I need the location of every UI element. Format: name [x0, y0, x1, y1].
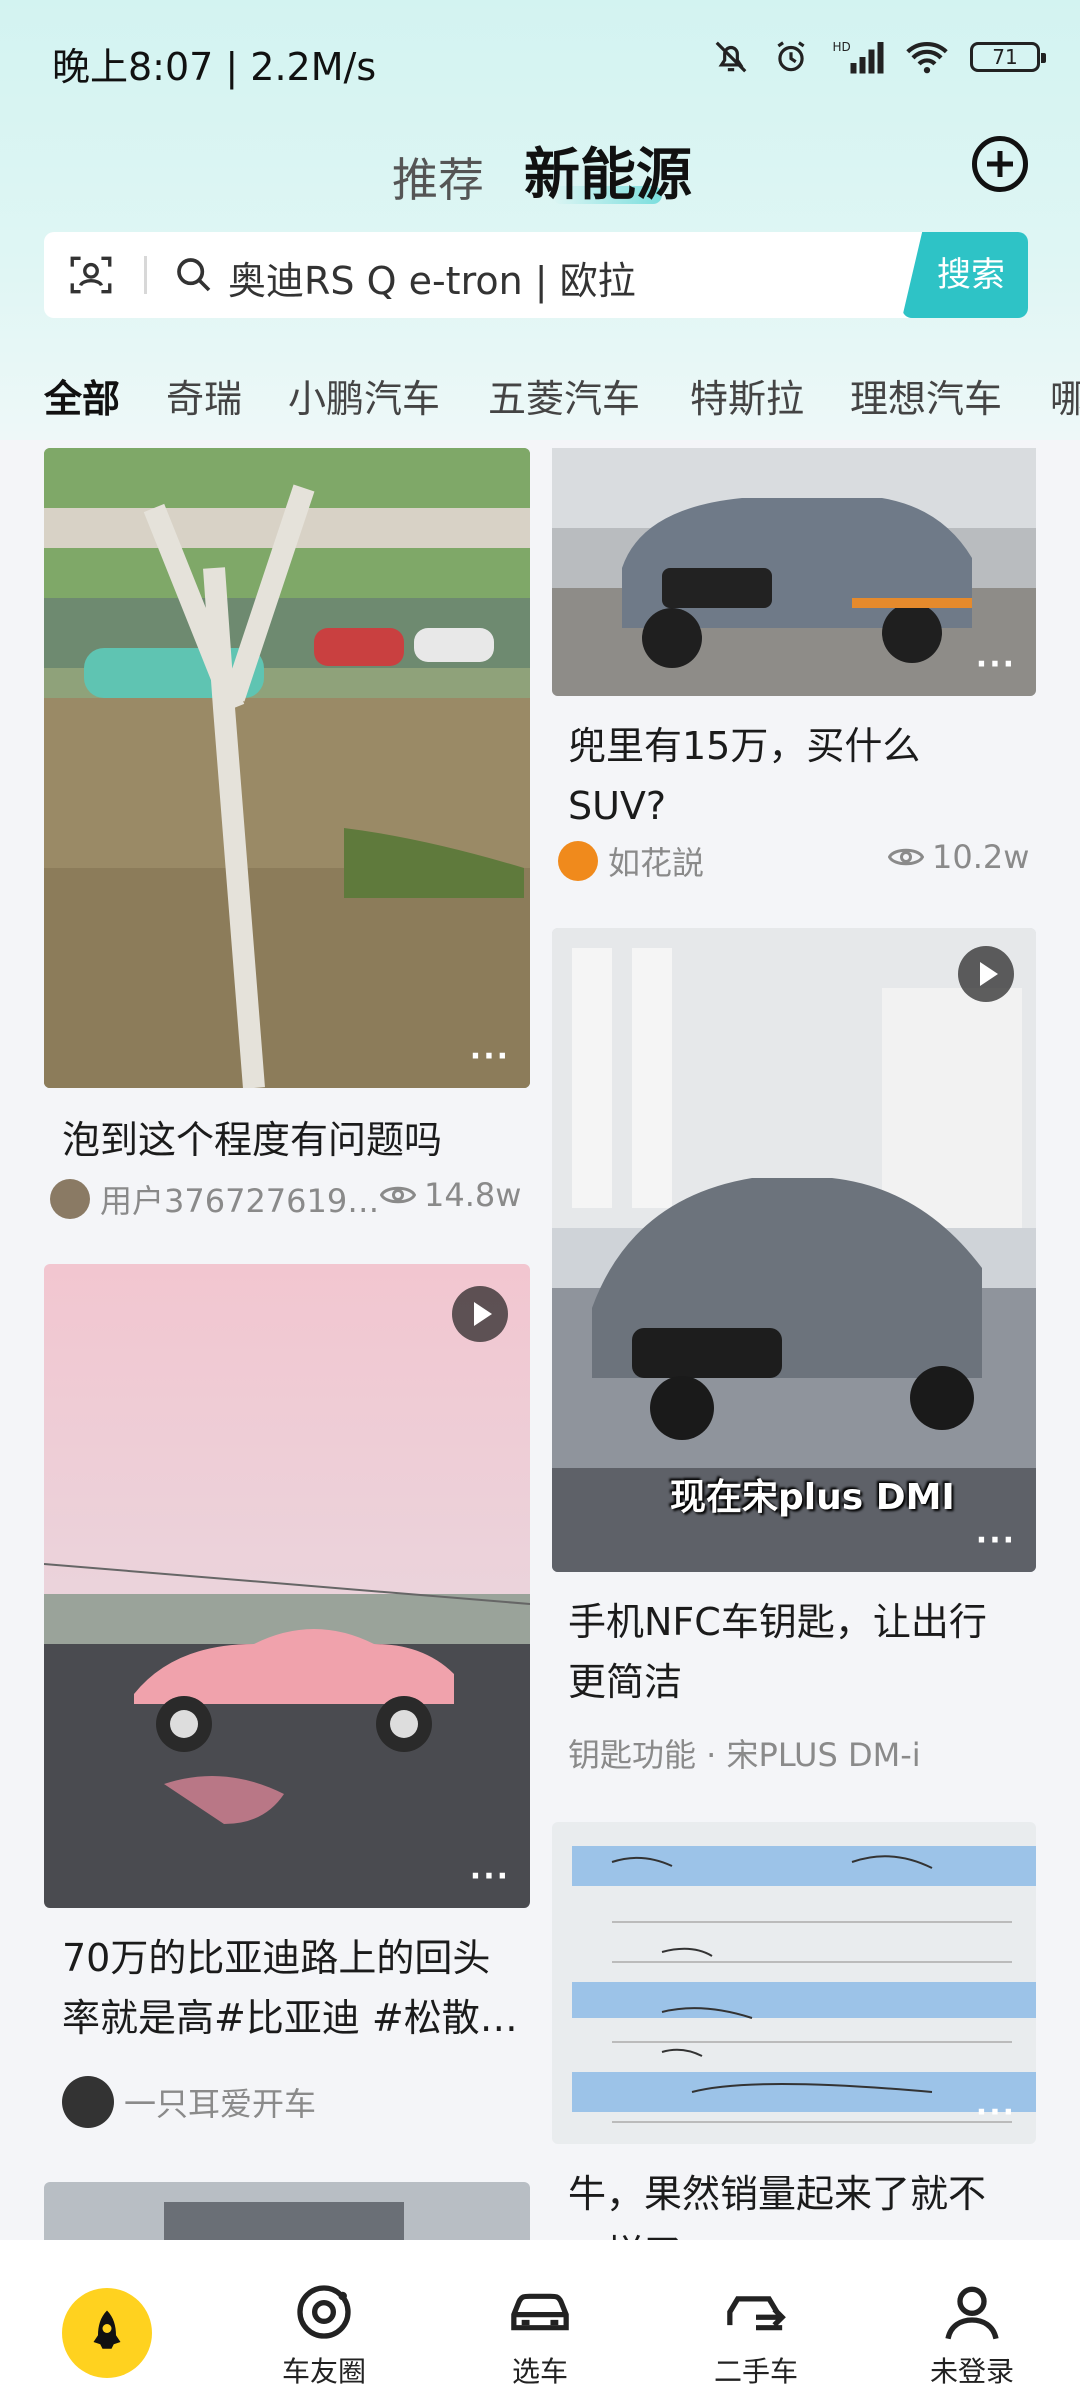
status-bar: 晚上8:07 | 2.2M/s HD 71 [0, 0, 1080, 120]
post-title-line2[interactable]: 更简洁 [568, 1652, 682, 1712]
post-title[interactable]: 兜里有15万，买什么 [568, 716, 920, 776]
post-title-line2[interactable]: 一样了 [568, 2224, 682, 2240]
user-icon [945, 2286, 999, 2340]
tab-new-energy[interactable]: 新能源 [524, 130, 692, 211]
post-title[interactable]: 牛，果然销量起来了就不 [568, 2164, 986, 2224]
car-icon [511, 2293, 569, 2331]
post-image-suv[interactable]: ··· [552, 448, 1036, 696]
more-icon[interactable]: ··· [976, 647, 1016, 682]
nav-used-car[interactable]: 二手车 [676, 2240, 836, 2400]
search-divider [144, 256, 147, 294]
nav-profile[interactable]: 未登录 [892, 2240, 1052, 2400]
search-icon [177, 258, 211, 292]
category-all[interactable]: 全部 [44, 368, 120, 423]
alarm-icon [777, 41, 805, 72]
video-caption: 现在宋plus DMI [670, 1477, 955, 1518]
author-name: 用户376727619… [100, 1182, 380, 1220]
mute-bell-icon [715, 41, 747, 73]
post-image-byd[interactable]: 现在宋plus DMI ··· [552, 928, 1036, 1572]
post-image-document[interactable]: ··· [552, 1822, 1036, 2144]
category-wuling[interactable]: 五菱汽车 [488, 368, 640, 423]
header: 推荐 新能源 [0, 120, 1080, 230]
category-tabs: 全部 奇瑞 小鹏汽车 五菱汽车 特斯拉 理想汽车 哪 [0, 360, 1080, 430]
avatar [558, 841, 598, 881]
more-icon[interactable]: ··· [470, 1039, 510, 1074]
post-title-line2[interactable]: SUV? [568, 776, 666, 836]
more-icon[interactable]: ··· [976, 1523, 1016, 1558]
post-title[interactable]: 泡到这个程度有问题吗 [62, 1110, 442, 1170]
category-chery[interactable]: 奇瑞 [166, 368, 242, 423]
category-tesla[interactable]: 特斯拉 [690, 368, 804, 423]
nav-choose-car[interactable]: 选车 [460, 2240, 620, 2400]
post-tag[interactable]: 钥匙功能 · 宋PLUS DM-i [568, 1730, 921, 1776]
nav-label: 二手车 [713, 2355, 798, 2388]
category-xpeng[interactable]: 小鹏汽车 [288, 368, 440, 423]
more-icon[interactable]: ··· [976, 2095, 1016, 2130]
search-button[interactable]: 搜索 [902, 232, 1028, 318]
post-image-partial[interactable] [44, 2182, 530, 2240]
play-icon[interactable] [452, 1286, 508, 1342]
bottom-navigation: 车友圈 选车 二手车 未登录 [0, 2240, 1080, 2400]
eye-icon [888, 848, 924, 866]
avatar [62, 2076, 114, 2128]
post-title[interactable]: 70万的比亚迪路上的回头 [62, 1928, 490, 1988]
views-value: 14.8w [424, 1176, 522, 1214]
play-icon[interactable] [958, 946, 1014, 1002]
post-author[interactable]: 一只耳爱开车 [62, 2076, 316, 2128]
nav-label: 选车 [511, 2355, 568, 2388]
battery-icon: 71 [970, 42, 1046, 72]
author-name: 如花説 [608, 844, 705, 882]
used-car-icon [727, 2296, 786, 2331]
category-more[interactable]: 哪 [1050, 368, 1080, 423]
nav-car-circle[interactable]: 车友圈 [244, 2240, 404, 2400]
compass-icon [297, 2285, 351, 2339]
search-input[interactable]: 奥迪RS Q e-tron | 欧拉 [228, 250, 636, 305]
category-li-auto[interactable]: 理想汽车 [850, 368, 1002, 423]
post-author[interactable]: 用户376727619… [50, 1176, 379, 1222]
svg-text:HD: HD [833, 40, 851, 54]
scan-icon[interactable] [66, 250, 116, 300]
nav-label: 未登录 [929, 2355, 1014, 2388]
post-image-flood[interactable]: ··· [44, 448, 530, 1088]
feed: ··· 泡到这个程度有问题吗 用户376727619… 14.8w ··· 70… [0, 448, 1080, 2240]
post-title-line2[interactable]: 率就是高#比亚迪 #松散… [62, 1988, 518, 2048]
view-count: 14.8w [380, 1176, 521, 1214]
views-value: 10.2w [932, 838, 1030, 876]
post-author[interactable]: 如花説 [558, 838, 704, 884]
more-icon[interactable]: ··· [470, 1859, 510, 1894]
status-time: 晚上8:07 | 2.2M/s [52, 45, 377, 89]
rocket-icon [93, 2310, 121, 2349]
nav-label: 车友圈 [281, 2355, 366, 2388]
status-icons: HD 71 [712, 38, 1046, 76]
post-image-convertible[interactable]: ··· [44, 1264, 530, 1908]
signal-icon: HD [833, 40, 884, 74]
tab-recommend[interactable]: 推荐 [392, 144, 484, 210]
avatar [50, 1179, 90, 1219]
view-count: 10.2w [888, 838, 1029, 876]
add-icon[interactable] [972, 136, 1028, 192]
search-bar[interactable]: 奥迪RS Q e-tron | 欧拉 搜索 [44, 232, 1028, 318]
eye-icon [380, 1186, 416, 1204]
home-button[interactable] [62, 2288, 152, 2378]
post-title[interactable]: 手机NFC车钥匙，让出行 [568, 1592, 987, 1652]
author-name: 一只耳爱开车 [124, 2085, 317, 2123]
wifi-icon [906, 41, 948, 74]
